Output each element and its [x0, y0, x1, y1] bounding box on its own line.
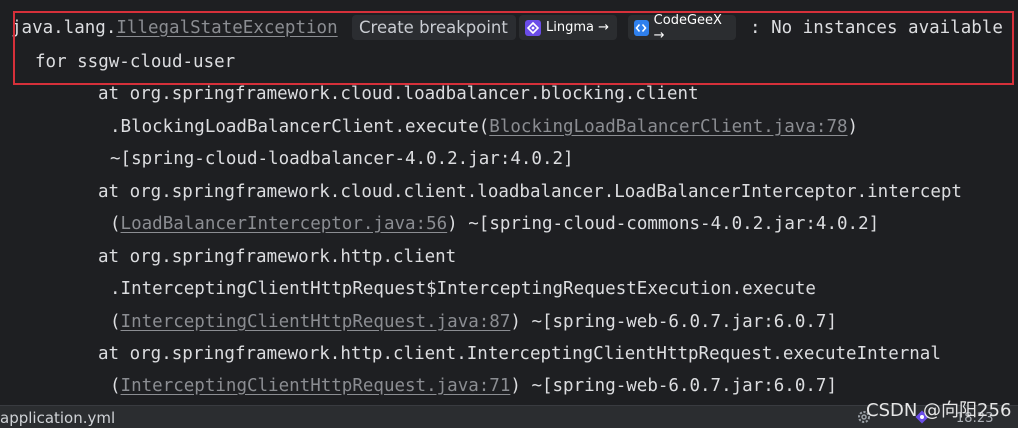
source-link[interactable]: InterceptingClientHttpRequest.java:71	[121, 376, 511, 396]
stack-line: at org.springframework.cloud.loadbalance…	[98, 84, 699, 104]
source-link[interactable]: LoadBalancerInterceptor.java:56	[121, 214, 448, 234]
file-tab[interactable]: application.yml	[0, 409, 115, 427]
console-output: java.lang.IllegalStateException : No ins…	[0, 0, 1018, 405]
stack-line: .InterceptingClientHttpRequest$Intercept…	[110, 279, 816, 299]
stack-line: (LoadBalancerInterceptor.java:56) ~[spri…	[110, 214, 880, 234]
source-link[interactable]: InterceptingClientHttpRequest.java:87	[121, 312, 511, 332]
highlight-box	[13, 11, 1014, 85]
source-link[interactable]: BlockingLoadBalancerClient.java:78	[489, 117, 847, 137]
stack-line: at org.springframework.http.client	[98, 247, 457, 267]
stack-line: .BlockingLoadBalancerClient.execute(Bloc…	[110, 117, 859, 137]
stack-line: ~[spring-cloud-loadbalancer-4.0.2.jar:4.…	[110, 149, 574, 169]
stack-line: (InterceptingClientHttpRequest.java:71) …	[110, 376, 837, 396]
watermark: CSDN @向阳256	[866, 400, 1012, 421]
stack-line: at org.springframework.http.client.Inter…	[98, 344, 941, 364]
stack-line: at org.springframework.cloud.client.load…	[98, 182, 962, 202]
stack-line: (InterceptingClientHttpRequest.java:87) …	[110, 312, 837, 332]
